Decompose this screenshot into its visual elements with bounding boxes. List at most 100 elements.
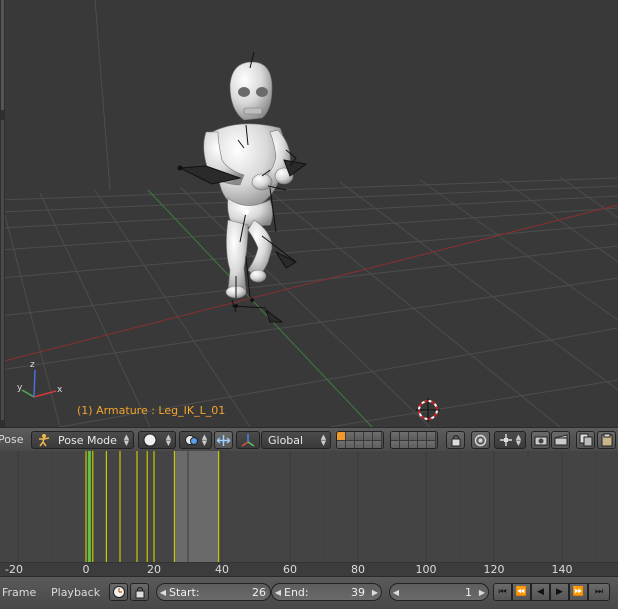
updown-arrows-icon: ▲ ▼ — [515, 433, 522, 447]
layer-5[interactable] — [373, 432, 382, 441]
layers-grid-b[interactable] — [390, 431, 438, 449]
jump-start-icon: ⏮ — [498, 587, 507, 597]
layer-18[interactable] — [409, 441, 418, 448]
layer-9[interactable] — [418, 432, 427, 441]
layer-17[interactable] — [400, 441, 409, 448]
snap-icon — [500, 434, 512, 446]
layers-grid-a[interactable] — [336, 431, 384, 449]
proportional-edit-icon — [474, 434, 487, 446]
current-frame-value: 1 — [465, 585, 472, 599]
3d-viewport[interactable]: x y z (1) Armature : Leg_IK_L_01 — [0, 0, 618, 427]
playback-menu[interactable]: Playback — [51, 586, 100, 599]
clock-icon — [112, 586, 125, 598]
next-keyframe-icon: ⏩ — [572, 587, 585, 597]
gizmo-y-label: y — [17, 383, 23, 393]
layer-16[interactable] — [391, 441, 400, 448]
next-keyframe-button[interactable]: ⏩ — [569, 583, 588, 601]
render-image-button[interactable] — [531, 431, 550, 449]
pivot-point-select[interactable]: ▲ ▼ — [179, 431, 212, 449]
layer-12[interactable] — [346, 441, 355, 448]
current-frame-cursor[interactable] — [87, 451, 91, 562]
timeline-area[interactable] — [0, 451, 618, 562]
copy-icon — [579, 433, 592, 447]
interaction-mode-select[interactable]: Pose Mode ▲ ▼ — [31, 431, 134, 449]
increment-arrow-icon[interactable]: ▶ — [476, 588, 488, 597]
updown-arrows-icon: ▲ ▼ — [201, 433, 208, 447]
jump-to-end-button[interactable]: ⏭ — [588, 583, 610, 601]
view3d-header: Pose Pose Mode ▲ ▼ ▲ ▼ ▲ ▼ Global ▲ ▼ ▲ … — [0, 427, 618, 451]
ruler-tick: 100 — [415, 563, 437, 576]
ruler-tick: 40 — [215, 563, 229, 576]
layer-14[interactable] — [364, 441, 373, 448]
decrement-arrow-icon[interactable]: ◀ — [272, 588, 284, 597]
decrement-arrow-icon[interactable]: ◀ — [157, 588, 169, 597]
end-frame-field[interactable]: ◀ End: 39 ▶ — [271, 583, 382, 601]
proportional-edit-button[interactable] — [471, 431, 490, 449]
ruler-tick: 60 — [283, 563, 297, 576]
layer-4[interactable] — [364, 432, 373, 441]
frame-menu[interactable]: Frame — [2, 586, 36, 599]
lock-time-cursor-button[interactable] — [130, 583, 149, 601]
active-object-info: (1) Armature : Leg_IK_L_01 — [77, 404, 226, 417]
toolshelf-edge[interactable] — [0, 0, 5, 427]
transform-orientation-select[interactable]: Global ▲ ▼ — [261, 431, 331, 449]
start-frame-field[interactable]: ◀ Start: 26 — [156, 583, 271, 601]
layer-19[interactable] — [418, 441, 427, 448]
solid-sphere-icon — [143, 433, 157, 447]
prev-keyframe-button[interactable]: ⏪ — [512, 583, 531, 601]
use-preview-range-button[interactable] — [109, 583, 128, 601]
ruler-tick: 20 — [147, 563, 161, 576]
manipulator-toggle-button[interactable] — [214, 431, 233, 449]
prev-keyframe-icon: ⏪ — [515, 587, 528, 597]
play-button[interactable]: ▶ — [550, 583, 569, 601]
layer-2[interactable] — [346, 432, 355, 441]
paste-pose-button[interactable] — [597, 431, 616, 449]
decrement-arrow-icon[interactable]: ◀ — [390, 588, 402, 597]
axis-gizmo-icon — [21, 369, 57, 398]
layer-6[interactable] — [391, 432, 400, 441]
layer-10[interactable] — [427, 432, 436, 441]
viewport-shading-select[interactable]: ▲ ▼ — [138, 431, 176, 449]
pose-menu[interactable]: Pose — [0, 433, 23, 446]
transform-orientation-label: Global — [268, 433, 304, 447]
gizmo-x-label: x — [57, 385, 63, 395]
play-icon: ▶ — [556, 587, 563, 597]
play-reverse-icon: ◀ — [537, 587, 544, 597]
lock-icon — [135, 586, 144, 598]
ruler-tick: -20 — [5, 563, 23, 576]
layer-8[interactable] — [409, 432, 418, 441]
ruler-tick: 0 — [82, 563, 90, 576]
layer-3[interactable] — [355, 432, 364, 441]
jump-to-start-button[interactable]: ⏮ — [493, 583, 512, 601]
ruler-tick: 120 — [483, 563, 505, 576]
timeline-header: Frame Playback ◀ Start: 26 ◀ End: 39 ▶ ◀… — [0, 576, 618, 609]
layer-15[interactable] — [373, 441, 382, 448]
start-frame-label: Start: — [169, 585, 200, 599]
interaction-mode-label: Pose Mode — [58, 433, 117, 447]
frame-ruler[interactable]: -20 0 20 40 60 80 100 120 140 — [0, 562, 618, 576]
transform-manipulator-button[interactable] — [236, 431, 260, 449]
copy-pose-button[interactable] — [576, 431, 595, 449]
layer-1[interactable] — [337, 432, 346, 441]
layer-13[interactable] — [355, 441, 364, 448]
layer-lock-icon — [451, 434, 460, 446]
play-reverse-button[interactable]: ◀ — [531, 583, 550, 601]
end-frame-value: 39 — [351, 585, 365, 599]
ruler-tick: 140 — [551, 563, 573, 576]
layer-11[interactable] — [337, 441, 346, 448]
layer-7[interactable] — [400, 432, 409, 441]
start-frame-value: 26 — [252, 585, 266, 599]
pivot-icon — [185, 435, 198, 445]
render-animation-button[interactable] — [551, 431, 570, 449]
manipulator-icon — [216, 434, 231, 446]
lock-layers-button[interactable] — [446, 431, 465, 449]
viewport-scene — [0, 0, 618, 427]
end-frame-label: End: — [284, 585, 309, 599]
layer-20[interactable] — [427, 441, 436, 448]
timeline-grid — [17, 451, 597, 562]
increment-arrow-icon[interactable]: ▶ — [369, 588, 381, 597]
current-frame-field[interactable]: ◀ 1 ▶ — [389, 583, 489, 601]
clapperboard-icon — [554, 434, 567, 446]
timeline-editor[interactable] — [0, 451, 618, 562]
snap-element-select[interactable]: ▲ ▼ — [494, 431, 526, 449]
